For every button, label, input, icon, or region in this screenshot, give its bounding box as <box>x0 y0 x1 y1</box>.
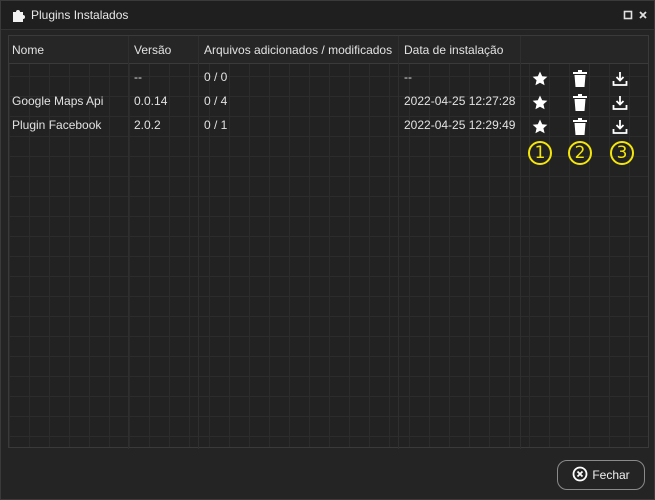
star-icon[interactable] <box>530 117 550 137</box>
plugin-name: Google Maps Api <box>12 94 104 108</box>
plugin-date: 2022-04-25 12:29:49 <box>404 118 516 132</box>
download-icon[interactable] <box>610 69 630 89</box>
star-icon[interactable] <box>530 69 550 89</box>
maximize-icon[interactable] <box>622 9 634 21</box>
plugin-version: 0.0.14 <box>134 94 168 108</box>
column-header-name[interactable]: Nome <box>12 43 44 57</box>
trash-icon[interactable] <box>570 117 590 137</box>
trash-icon[interactable] <box>570 93 590 113</box>
download-icon[interactable] <box>610 93 630 113</box>
window-title: Plugins Instalados <box>31 8 129 22</box>
plugin-date: -- <box>404 70 412 84</box>
plugins-window: Plugins Instalados Nome Versão Arquivos … <box>0 0 655 500</box>
plugin-version: -- <box>134 70 142 84</box>
plugin-files: 0 / 4 <box>204 94 228 108</box>
trash-icon[interactable] <box>570 69 590 89</box>
puzzle-icon <box>11 7 27 23</box>
column-header-files[interactable]: Arquivos adicionados / modificados <box>204 43 392 57</box>
plugins-table: Nome Versão Arquivos adicionados / modif… <box>8 35 649 449</box>
plugin-version: 2.0.2 <box>134 118 161 132</box>
close-icon[interactable] <box>637 9 649 21</box>
callout-2: 2 <box>568 141 592 165</box>
column-header-date[interactable]: Data de instalação <box>404 43 503 57</box>
plugin-files: 0 / 0 <box>204 70 228 84</box>
close-button-label: Fechar <box>592 468 630 482</box>
plugin-files: 0 / 1 <box>204 118 228 132</box>
close-circle-icon <box>572 466 588 485</box>
column-header-version[interactable]: Versão <box>134 43 171 57</box>
star-icon[interactable] <box>530 93 550 113</box>
callout-3: 3 <box>610 141 634 165</box>
callout-1: 1 <box>528 141 552 165</box>
title-bar: Plugins Instalados <box>1 1 654 30</box>
close-button[interactable]: Fechar <box>557 460 645 490</box>
download-icon[interactable] <box>610 117 630 137</box>
plugin-date: 2022-04-25 12:27:28 <box>404 94 516 108</box>
plugin-name: Plugin Facebook <box>12 118 102 132</box>
